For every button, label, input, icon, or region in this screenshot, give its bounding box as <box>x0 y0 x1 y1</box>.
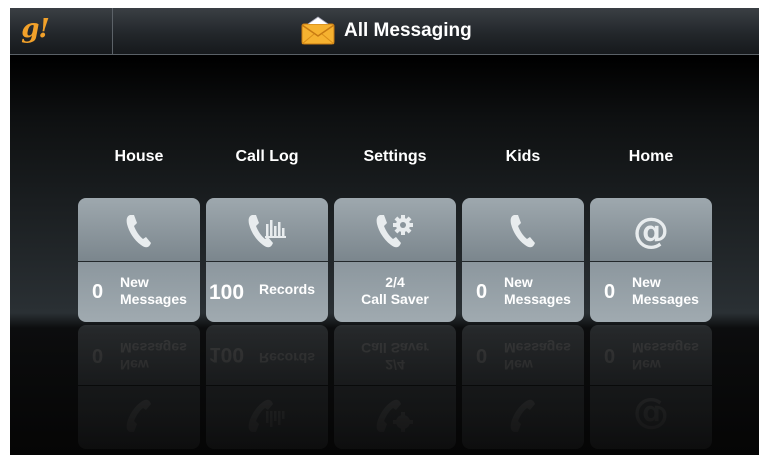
app-screen: g! All Messaging House Call Log Settings… <box>10 8 759 455</box>
reflection-tile: @ 0 New Messages <box>590 325 712 449</box>
tile-icon-area: @ <box>590 198 712 261</box>
app-logo: g! <box>21 14 50 44</box>
svg-text:@: @ <box>633 211 669 250</box>
tile-home[interactable]: @ 0 New Messages <box>590 198 712 322</box>
tile-label-settings: Settings <box>363 148 427 165</box>
tile-icon-area <box>334 198 456 261</box>
reflection-tile: 0 New Messages <box>462 325 584 449</box>
svg-text:@: @ <box>633 398 669 437</box>
reflection-tile: 2/4 Call Saver <box>334 325 456 449</box>
count-description: New Messages <box>120 274 187 307</box>
title-area: All Messaging <box>300 14 472 48</box>
tile-settings[interactable]: 2/4 Call Saver <box>334 198 456 322</box>
top-bar: g! All Messaging <box>10 8 759 55</box>
tile-info-area: 2/4 Call Saver <box>334 262 456 322</box>
message-count: 0 <box>92 281 104 303</box>
home-logo-button[interactable]: g! <box>10 8 113 54</box>
phone-icon <box>510 214 535 247</box>
tile-info-area: 0 New Messages <box>462 262 584 322</box>
reflection-tile: 100 Records <box>206 325 328 449</box>
at-sign-icon: @ <box>633 211 669 250</box>
tile-info-area: 0 New Messages <box>590 262 712 322</box>
tile-label-home: Home <box>628 148 674 165</box>
tile-label-house: House <box>114 148 164 165</box>
count-description: Records <box>259 281 316 297</box>
phone-icon <box>126 214 151 247</box>
tile-icon-area <box>462 198 584 261</box>
tile-call-log[interactable]: 100 Records <box>206 198 328 322</box>
tile-label-call-log: Call Log <box>235 148 299 165</box>
envelope-icon <box>301 16 335 45</box>
tile-label-kids: Kids <box>505 148 541 165</box>
count-description: New Messages <box>632 274 699 307</box>
call-saver-status: 2/4 Call Saver <box>361 274 429 307</box>
message-count: 0 <box>476 281 488 303</box>
page-title: All Messaging <box>344 20 472 41</box>
call-log-icon <box>248 214 286 247</box>
tile-info-area: 0 New Messages <box>78 262 200 322</box>
tile-icon-area <box>206 198 328 261</box>
mailbox-tiles: 0 New Messages 100 Records 2/4 Call Save… <box>10 198 759 322</box>
phone-gear-icon <box>376 214 413 247</box>
message-count: 0 <box>604 281 616 303</box>
reflection-tile: 0 New Messages <box>78 325 200 449</box>
tile-kids[interactable]: 0 New Messages <box>462 198 584 322</box>
tile-house[interactable]: 0 New Messages <box>78 198 200 322</box>
tile-icon-area <box>78 198 200 261</box>
record-count: 100 <box>209 281 245 304</box>
tiles-reflection: 0 New Messages 100 Records 2/4 Call Saver 0N… <box>10 325 759 449</box>
tile-info-area: 100 Records <box>206 262 328 322</box>
count-description: New Messages <box>504 274 571 307</box>
tile-labels: House Call Log Settings Kids Home <box>10 148 759 176</box>
